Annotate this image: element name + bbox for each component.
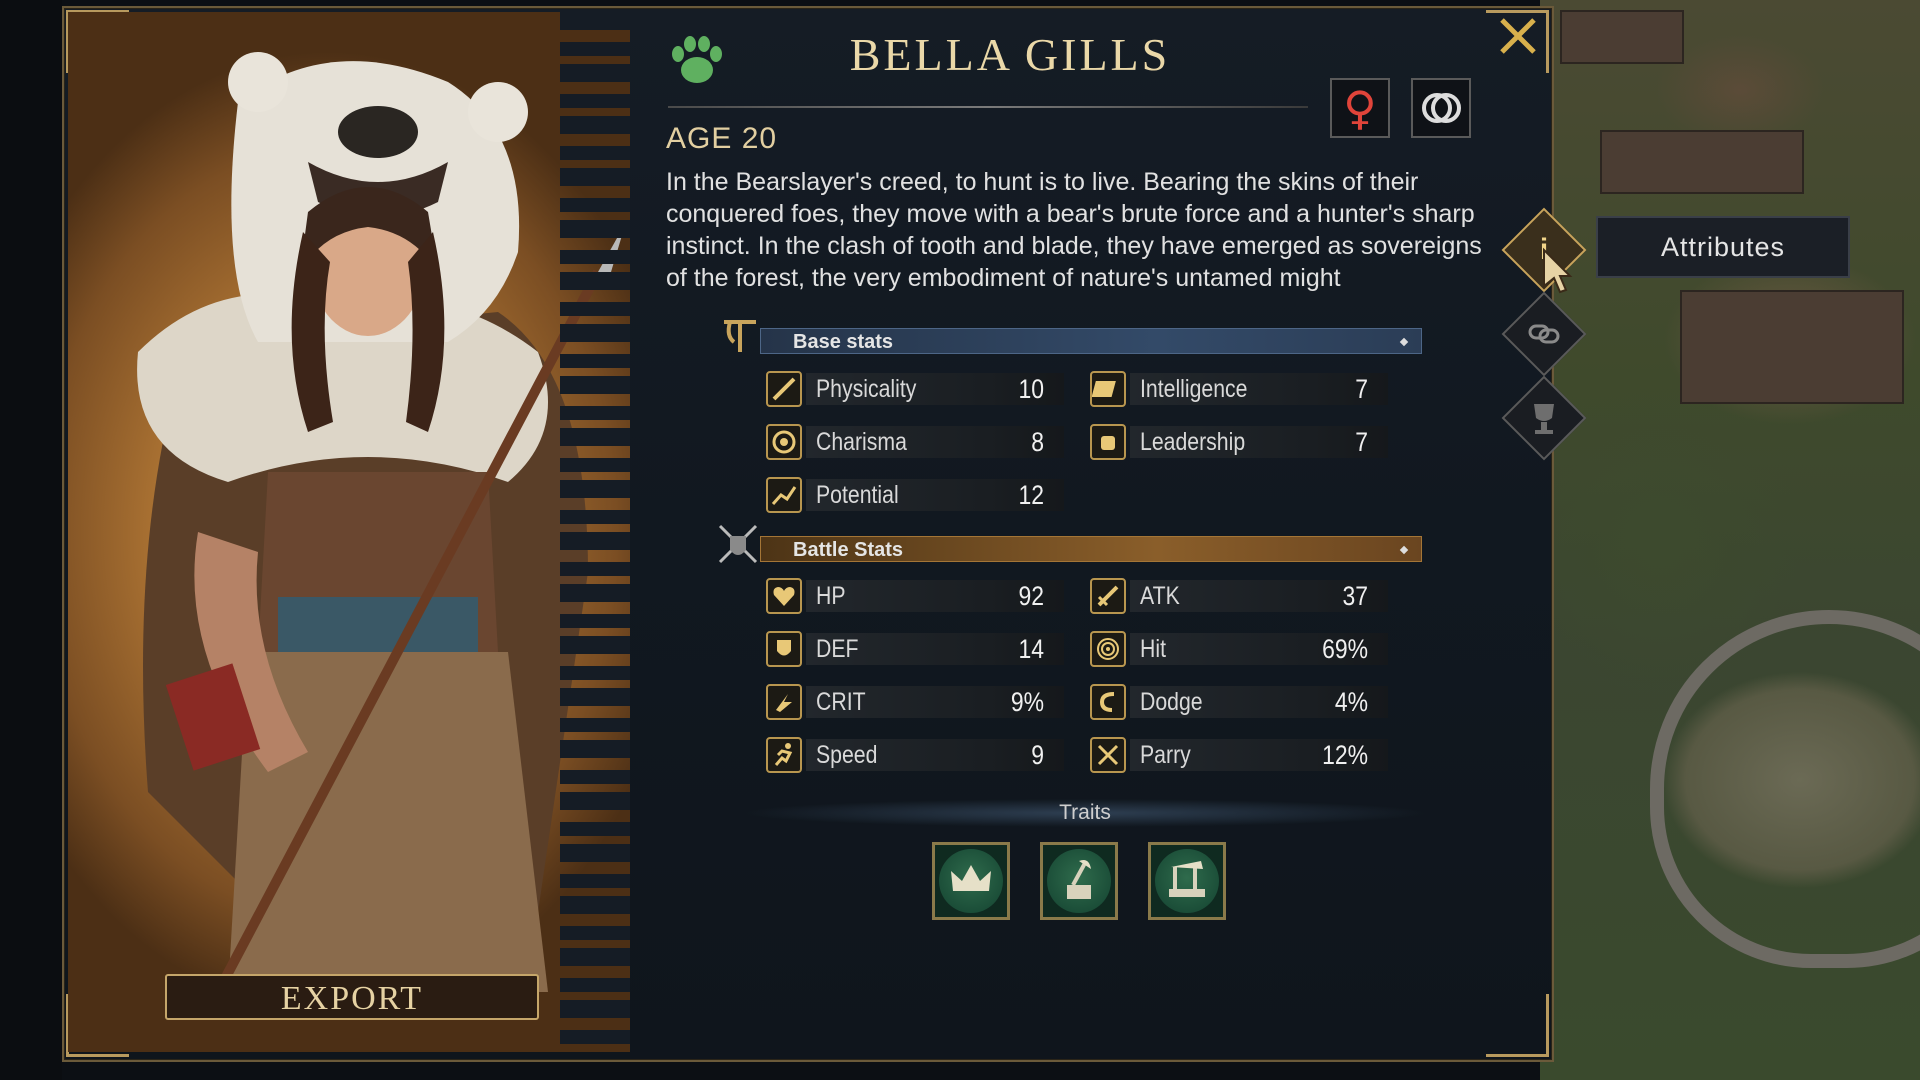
stat-value: 92 bbox=[1018, 581, 1044, 611]
battle-stats-header: Battle Stats bbox=[760, 536, 1422, 562]
map-building bbox=[1600, 130, 1804, 194]
heart-badge-icon bbox=[766, 424, 802, 460]
stat-dodge: Dodge 4% bbox=[1090, 684, 1388, 720]
stat-value: 4% bbox=[1334, 687, 1368, 717]
close-icon[interactable] bbox=[1496, 14, 1540, 58]
base-stats-header: Base stats bbox=[760, 328, 1422, 354]
battle-stats-title: Battle Stats bbox=[793, 539, 904, 561]
stat-label: Hit bbox=[1140, 635, 1166, 663]
battle-stats-icon bbox=[718, 524, 758, 564]
stat-atk: ATK 37 bbox=[1090, 578, 1388, 614]
stat-label: Physicality bbox=[816, 375, 917, 403]
stat-value: 69% bbox=[1322, 634, 1368, 664]
export-button[interactable]: EXPORT bbox=[165, 974, 539, 1020]
stat-hp: HP 92 bbox=[766, 578, 1064, 614]
stat-label: HP bbox=[816, 582, 846, 610]
book-icon bbox=[1090, 371, 1126, 407]
base-stats-title: Base stats bbox=[793, 331, 894, 353]
stat-def: DEF 14 bbox=[766, 631, 1064, 667]
stat-label: Potential bbox=[816, 481, 899, 509]
paw-icon bbox=[672, 36, 722, 83]
map-stone-wall bbox=[1650, 610, 1920, 968]
character-illustration bbox=[137, 52, 626, 995]
heart-icon bbox=[766, 578, 802, 614]
blade-icon bbox=[1090, 578, 1126, 614]
stat-value: 12% bbox=[1322, 740, 1368, 770]
character-bio: In the Bearslayer's creed, to hunt is to… bbox=[666, 168, 1482, 292]
collapse-marker bbox=[1399, 337, 1409, 347]
stat-label: Parry bbox=[1140, 741, 1191, 769]
base-stats-icon bbox=[724, 320, 756, 352]
stat-value: 7 bbox=[1355, 427, 1368, 457]
stat-value: 8 bbox=[1031, 427, 1044, 457]
stat-label: Intelligence bbox=[1140, 375, 1248, 403]
map-building bbox=[1560, 10, 1684, 64]
run-icon bbox=[766, 737, 802, 773]
stat-label: CRIT bbox=[816, 688, 866, 716]
stat-value: 12 bbox=[1018, 480, 1044, 510]
stat-value: 14 bbox=[1018, 634, 1044, 664]
cursor-icon bbox=[1543, 247, 1573, 294]
axe-stump-icon bbox=[1067, 860, 1091, 899]
stat-value: 9 bbox=[1031, 740, 1044, 770]
stat-leadership: Leadership 7 bbox=[1090, 424, 1388, 460]
stat-speed: Speed 9 bbox=[766, 737, 1064, 773]
character-name: BELLA GILLS bbox=[849, 29, 1171, 80]
trait-slot[interactable] bbox=[1148, 842, 1226, 920]
stat-intelligence: Intelligence 7 bbox=[1090, 371, 1388, 407]
stat-label: DEF bbox=[816, 635, 859, 663]
stat-label: Dodge bbox=[1140, 688, 1203, 716]
stat-value: 37 bbox=[1342, 581, 1368, 611]
portrait-torn-edge bbox=[560, 12, 630, 1052]
collapse-marker bbox=[1399, 545, 1409, 555]
dodge-icon bbox=[1090, 684, 1126, 720]
female-icon: ♀ bbox=[1343, 81, 1377, 135]
stat-charisma: Charisma 8 bbox=[766, 424, 1064, 460]
stat-physicality: Physicality 10 bbox=[766, 371, 1064, 407]
trait-slot[interactable] bbox=[1040, 842, 1118, 920]
stat-hit: Hit 69% bbox=[1090, 631, 1388, 667]
stat-parry: Parry 12% bbox=[1090, 737, 1388, 773]
stat-label: Speed bbox=[816, 741, 878, 769]
traits-header: Traits bbox=[740, 798, 1430, 828]
gender-button[interactable]: ♀ bbox=[1330, 78, 1390, 138]
trophy-icon bbox=[1534, 404, 1554, 434]
world-map-background bbox=[1540, 0, 1920, 1080]
stat-value: 7 bbox=[1355, 374, 1368, 404]
left-edge bbox=[0, 0, 62, 1080]
stat-potential: Potential 12 bbox=[766, 477, 1064, 513]
fist-icon bbox=[1090, 424, 1126, 460]
character-portrait bbox=[68, 12, 630, 1052]
title-divider bbox=[668, 106, 1308, 108]
attributes-tooltip: Attributes bbox=[1596, 216, 1850, 278]
character-age: AGE 20 bbox=[666, 122, 778, 155]
stat-label: Leadership bbox=[1140, 428, 1246, 456]
target-icon bbox=[1090, 631, 1126, 667]
relationship-button[interactable] bbox=[1411, 78, 1471, 138]
stat-value: 9% bbox=[1010, 687, 1044, 717]
map-building bbox=[1680, 290, 1904, 404]
stat-crit: CRIT 9% bbox=[766, 684, 1064, 720]
crown-icon bbox=[951, 865, 991, 891]
crit-icon bbox=[766, 684, 802, 720]
sword-icon bbox=[766, 371, 802, 407]
panel-corner-ornament bbox=[1486, 994, 1549, 1057]
stat-label: Charisma bbox=[816, 428, 907, 456]
hammer-anvil-icon bbox=[1169, 861, 1205, 897]
trait-slot[interactable] bbox=[932, 842, 1010, 920]
crossed-swords-icon bbox=[1090, 737, 1126, 773]
stat-value: 10 bbox=[1018, 374, 1044, 404]
shield-arm-icon bbox=[766, 631, 802, 667]
link-icon bbox=[1528, 324, 1560, 344]
stat-label: ATK bbox=[1140, 582, 1180, 610]
trend-up-icon bbox=[766, 477, 802, 513]
relationship-icon bbox=[1422, 93, 1461, 123]
